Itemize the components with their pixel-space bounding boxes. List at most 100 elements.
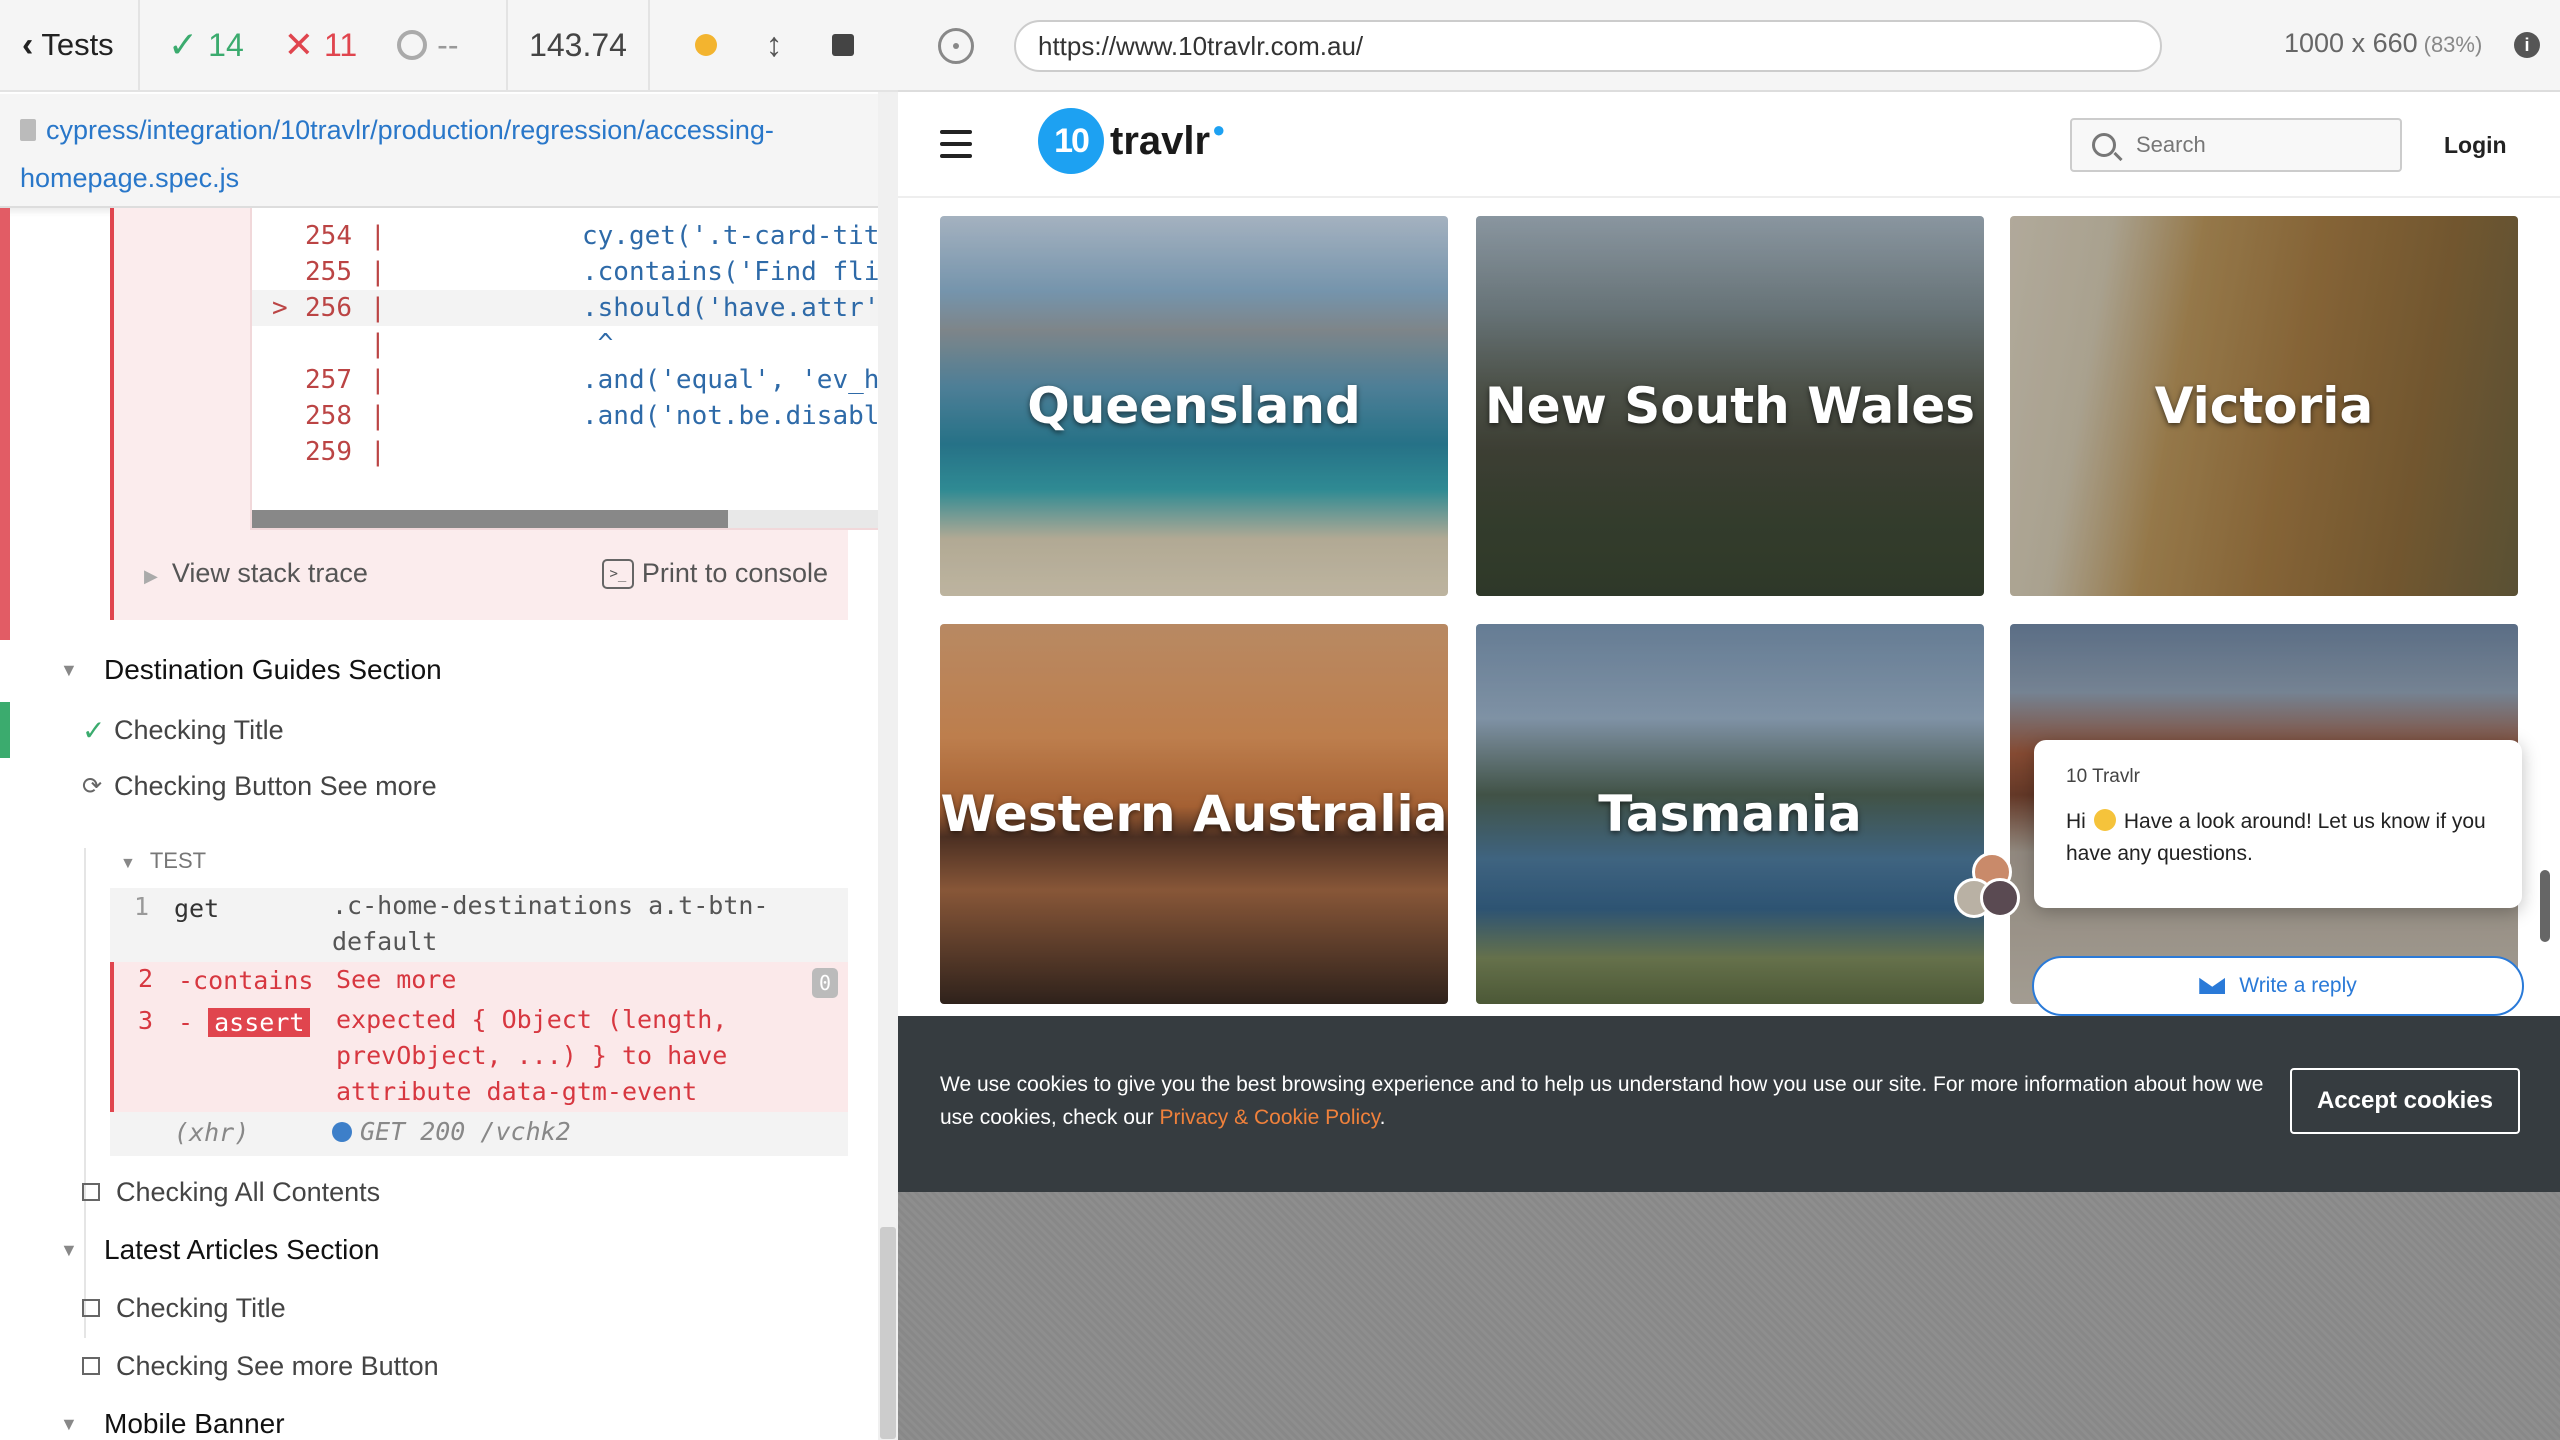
search-input[interactable]: Search [2070,118,2402,172]
aut-scrollbar-thumb[interactable] [2540,870,2550,942]
code-line: 259 | [305,437,386,467]
check-icon: ✓ [82,714,106,746]
destination-card-victoria[interactable]: Victoria [2010,216,2518,596]
pending-checkbox-icon [82,1183,100,1201]
passed-count: ✓ 14 [168,24,244,65]
failed-count: ✕ 11 [283,24,358,65]
cross-icon: ✕ [283,24,314,65]
info-icon[interactable]: i [2514,32,2540,58]
caret-down-icon: ▼ [120,855,136,872]
cypress-reporter: ‹ Tests ✓ 14 ✕ 11 -- 143.74 ↕ cypress/inte… [0,0,898,1440]
envelope-icon [2199,976,2226,994]
command-row-assert[interactable]: 3 - assert expected { Object (length, pr… [110,1002,848,1112]
chevron-left-icon: ‹ [22,25,34,64]
scrollbar-thumb[interactable] [880,1227,896,1439]
caret-down-icon: ▼ [60,1413,78,1434]
caret-right-icon: ▶ [144,566,158,586]
xhr-status-dot-icon [332,1122,352,1142]
tests-button[interactable]: ‹ Tests [0,0,140,91]
destination-title: Victoria [2154,377,2374,435]
privacy-policy-link[interactable]: Privacy & Cookie Policy [1159,1106,1379,1129]
chat-popup[interactable]: 10 Travlr Hi Have a look around! Let us k… [2034,740,2522,908]
test-articles-checking-title[interactable]: Checking Title [82,1280,286,1336]
code-line: 257|.and('equal', 'ev_homepa [305,365,878,395]
test-checking-all-contents[interactable]: Checking All Contents [82,1164,380,1220]
website: 10 travlr ● Search Login Queensland New … [898,92,2560,1192]
failed-test-indicator [0,208,10,640]
pending-checkbox-icon [82,1357,100,1375]
test-header[interactable]: ▼ TEST [120,848,206,874]
command-row-get[interactable]: 1 get .c-home-destinations a.t-btn-defau… [110,888,848,962]
retry-icon: ⟳ [82,772,103,800]
caret-down-icon: ▼ [60,1239,78,1260]
chat-message: Hi Have a look around! Let us know if you… [2066,809,2486,865]
assert-tag: assert [208,1008,311,1037]
destination-card-tasmania[interactable]: Tasmania [1476,624,1984,1004]
command-row-xhr[interactable]: (xhr) GET 200 /vchk2 [110,1112,848,1156]
reporter-scrollbar[interactable] [878,92,898,1440]
file-icon [20,119,36,141]
toggle-scroll-icon[interactable]: ↕ [766,26,783,65]
write-reply-button[interactable]: Write a reply [2032,956,2524,1016]
code-line: | ^ [370,329,614,359]
aut-header: https://www.10travlr.com.au/ 1000 x 660(… [898,0,2560,92]
destination-title: Queensland [1027,377,1361,435]
caret-down-icon: ▼ [60,659,78,680]
spec-path[interactable]: cypress/integration/10travlr/production/… [0,94,898,208]
menu-icon[interactable] [940,130,972,158]
destination-title: Tasmania [1598,785,1862,843]
selector-playground-icon[interactable] [938,28,974,64]
viewport-info: 1000 x 660 (83%) [2284,28,2483,58]
spec-path-text: cypress/integration/10travlr/production/… [20,115,774,193]
error-panel: 254|cy.get('.t-card-title-co 255|.contain… [110,208,878,620]
command-row-contains[interactable]: 2 -contains See more 0 [110,962,848,1002]
code-frame: 254|cy.get('.t-card-title-co 255|.contain… [250,208,878,530]
pending-checkbox-icon [82,1299,100,1317]
search-placeholder: Search [2136,132,2206,157]
logo-text: travlr [1110,118,1211,163]
aut-frame: 10 travlr ● Search Login Queensland New … [898,92,2560,1440]
pending-count: -- [397,27,458,64]
logo-badge: 10 [1038,108,1104,174]
print-to-console-button[interactable]: >_ Print to console [601,558,828,589]
test-checking-title[interactable]: ✓ Checking Title [82,702,284,758]
terminal-icon: >_ [601,558,634,589]
url-bar[interactable]: https://www.10travlr.com.au/ [1014,20,2162,72]
cookie-banner: We use cookies to give you the best brow… [898,1016,2560,1192]
view-stack-trace[interactable]: ▶ View stack trace [144,558,368,589]
test-counts: ✓ 14 ✕ 11 -- [140,0,508,91]
avatar [1980,878,2020,918]
stop-button[interactable] [831,34,854,56]
running-indicator-icon [694,34,717,56]
run-controls: ↕ [650,0,898,91]
pending-circle-icon [397,30,428,60]
destination-title: Western Australia [940,785,1448,843]
code-line: 255|.contains('Find flights' [305,257,878,287]
passed-test-indicator [0,702,10,758]
suite-destination-guides[interactable]: ▼ Destination Guides Section [60,642,442,698]
destination-card-western-australia[interactable]: Western Australia [940,624,1448,1004]
destination-card-new-south-wales[interactable]: New South Wales [1476,216,1984,596]
code-horizontal-scrollbar[interactable] [252,510,878,528]
suite-mobile-banner[interactable]: ▼ Mobile Banner [60,1396,285,1440]
destination-card-queensland[interactable]: Queensland [940,216,1448,596]
destination-title: New South Wales [1484,377,1976,435]
check-icon: ✓ [168,24,199,65]
element-count-badge: 0 [812,968,838,998]
test-articles-see-more[interactable]: Checking See more Button [82,1338,439,1394]
login-link[interactable]: Login [2444,132,2507,159]
code-line: 254|cy.get('.t-card-title-co [305,221,878,251]
code-line: >256|.should('have.attr', 'da [252,290,878,326]
test-checking-button-see-more[interactable]: ⟳ Checking Button See more [82,758,437,814]
runnables-list: 254|cy.get('.t-card-title-co 255|.contain… [0,208,878,1440]
location-pin-icon: ● [1212,117,1226,142]
accept-cookies-button[interactable]: Accept cookies [2290,1068,2520,1134]
site-header: 10 travlr ● Search Login [898,92,2560,198]
stats-bar: ‹ Tests ✓ 14 ✕ 11 -- 143.74 ↕ [0,0,898,92]
code-line: 258|.and('not.be.disabled') [305,401,878,431]
suite-latest-articles[interactable]: ▼ Latest Articles Section [60,1222,379,1278]
tests-label: Tests [41,27,114,62]
site-logo[interactable]: 10 travlr ● [1038,108,1225,174]
search-icon [2092,133,2116,157]
chat-sender: 10 Travlr [2066,766,2140,787]
